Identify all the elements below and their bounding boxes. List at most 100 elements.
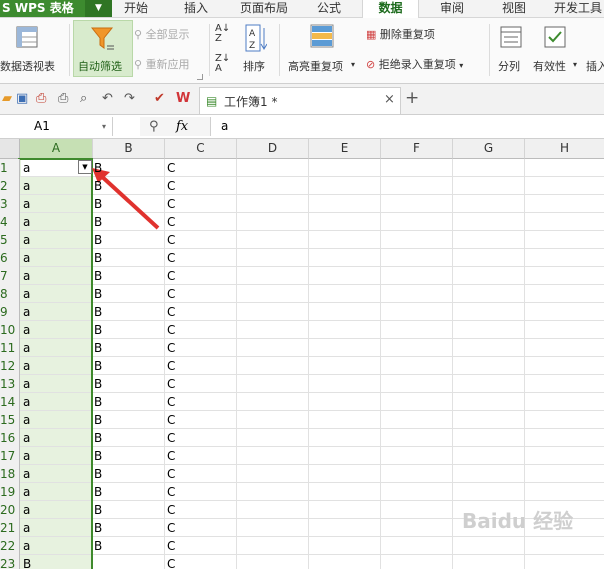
column-header-d[interactable]: D xyxy=(237,139,309,159)
formula-input[interactable]: a xyxy=(221,117,228,136)
cell-c[interactable]: C xyxy=(167,519,175,537)
row-header[interactable]: 19 xyxy=(0,483,20,501)
row-header[interactable]: 1 xyxy=(0,159,20,177)
cell-b[interactable]: B xyxy=(94,429,102,447)
validity-button[interactable]: 有效性 ▾ xyxy=(530,22,582,76)
open-folder-icon[interactable]: ▰ xyxy=(2,92,12,106)
cell-a[interactable]: a xyxy=(23,267,30,285)
cell-b[interactable]: B xyxy=(94,303,102,321)
row-header[interactable]: 8 xyxy=(0,285,20,303)
cell-a[interactable]: a xyxy=(23,213,30,231)
cell-a[interactable]: B xyxy=(23,555,31,569)
cell-b[interactable]: B xyxy=(94,213,102,231)
select-all-corner[interactable] xyxy=(0,139,20,159)
row-header[interactable]: 22 xyxy=(0,537,20,555)
row-header[interactable]: 20 xyxy=(0,501,20,519)
row-header[interactable]: 9 xyxy=(0,303,20,321)
cell-b[interactable]: B xyxy=(94,177,102,195)
column-header-g[interactable]: G xyxy=(453,139,525,159)
cell-a[interactable]: a xyxy=(23,411,30,429)
autofilter-button[interactable]: 自动筛选 xyxy=(73,20,133,77)
cell-c[interactable]: C xyxy=(167,321,175,339)
tab-view[interactable]: 视图 xyxy=(490,0,538,17)
tab-formulas[interactable]: 公式 xyxy=(305,0,353,17)
row-header[interactable]: 3 xyxy=(0,195,20,213)
row-header[interactable]: 23 xyxy=(0,555,20,569)
close-tab-icon[interactable]: × xyxy=(384,92,395,107)
row-header[interactable]: 10 xyxy=(0,321,20,339)
column-header-e[interactable]: E xyxy=(309,139,381,159)
pivot-table-button[interactable]: 数据透视表 xyxy=(0,20,66,76)
sort-button[interactable]: A Z 排序 xyxy=(243,22,273,76)
row-header[interactable]: 5 xyxy=(0,231,20,249)
row-header[interactable]: 4 xyxy=(0,213,20,231)
name-box[interactable]: A1 ▾ xyxy=(0,117,113,136)
row-header[interactable]: 15 xyxy=(0,411,20,429)
cell-c[interactable]: C xyxy=(167,555,175,569)
tab-insert[interactable]: 插入 xyxy=(172,0,220,17)
customize-toolbar-icon[interactable]: ✔ xyxy=(154,92,165,106)
reject-duplicates-button[interactable]: ⊘ 拒绝录入重复项 ▾ xyxy=(366,56,463,72)
cell-c[interactable]: C xyxy=(167,447,175,465)
row-header[interactable]: 14 xyxy=(0,393,20,411)
zoom-search-icon[interactable]: ⚲ xyxy=(149,117,159,136)
tab-review[interactable]: 审阅 xyxy=(428,0,476,17)
cell-a[interactable]: a xyxy=(23,285,30,303)
cell-b[interactable]: B xyxy=(94,483,102,501)
cell-b[interactable]: B xyxy=(94,321,102,339)
reject-duplicates-dropdown-icon[interactable]: ▾ xyxy=(459,61,463,70)
cell-a[interactable]: a xyxy=(23,375,30,393)
redo-icon[interactable]: ↷ xyxy=(124,92,135,106)
tab-page-layout[interactable]: 页面布局 xyxy=(232,0,296,17)
cell-a[interactable]: a xyxy=(23,357,30,375)
split-columns-button[interactable]: 分列 xyxy=(494,22,528,76)
row-header[interactable]: 17 xyxy=(0,447,20,465)
cell-c[interactable]: C xyxy=(167,375,175,393)
cell-a[interactable]: a xyxy=(23,177,30,195)
tab-developer[interactable]: 开发工具 xyxy=(550,0,604,17)
delete-duplicates-button[interactable]: ▦ 删除重复项 xyxy=(366,26,435,42)
cell-b[interactable]: B xyxy=(94,411,102,429)
print-preview-icon[interactable]: ⌕ xyxy=(80,92,87,106)
cell-a[interactable]: a xyxy=(23,483,30,501)
dialog-launcher-icon[interactable] xyxy=(197,74,203,80)
cell-b[interactable]: B xyxy=(94,231,102,249)
tab-home[interactable]: 开始 xyxy=(112,0,160,17)
cell-a[interactable]: a xyxy=(23,447,30,465)
cell-c[interactable]: C xyxy=(167,339,175,357)
new-tab-icon[interactable]: + xyxy=(405,88,419,108)
cell-c[interactable]: C xyxy=(167,231,175,249)
cell-c[interactable]: C xyxy=(167,285,175,303)
column-header-a[interactable]: A xyxy=(20,139,93,159)
cell-b[interactable]: B xyxy=(94,195,102,213)
show-all-button[interactable]: ⚲ 全部显示 xyxy=(134,26,190,42)
cell-a[interactable]: a xyxy=(23,519,30,537)
app-menu-dropdown-icon[interactable]: ▼ xyxy=(85,0,112,17)
reapply-button[interactable]: ⚲ 重新应用 xyxy=(134,56,190,72)
cell-c[interactable]: C xyxy=(167,537,175,555)
sort-descending-button[interactable]: Z↓ A xyxy=(215,54,237,74)
cell-c[interactable]: C xyxy=(167,159,175,177)
cell-c[interactable]: C xyxy=(167,267,175,285)
row-header[interactable]: 21 xyxy=(0,519,20,537)
column-header-h[interactable]: H xyxy=(525,139,604,159)
cell-a[interactable]: a xyxy=(23,231,30,249)
cell-b[interactable]: B xyxy=(94,357,102,375)
cell-b[interactable]: B xyxy=(94,519,102,537)
cell-c[interactable]: C xyxy=(167,411,175,429)
cell-a[interactable]: a xyxy=(23,429,30,447)
cell-c[interactable]: C xyxy=(167,195,175,213)
cell-c[interactable]: C xyxy=(167,177,175,195)
name-box-dropdown-icon[interactable]: ▾ xyxy=(102,117,106,136)
cell-b[interactable]: B xyxy=(94,285,102,303)
row-header[interactable]: 13 xyxy=(0,375,20,393)
column-header-c[interactable]: C xyxy=(165,139,237,159)
cell-c[interactable]: C xyxy=(167,429,175,447)
highlight-duplicates-button[interactable]: 高亮重复项 ▾ xyxy=(286,22,358,76)
cell-a[interactable]: a xyxy=(23,303,30,321)
row-header[interactable]: 12 xyxy=(0,357,20,375)
cell-a[interactable]: a xyxy=(23,249,30,267)
cell-b[interactable]: B xyxy=(94,465,102,483)
cell-c[interactable]: C xyxy=(167,303,175,321)
row-header[interactable]: 11 xyxy=(0,339,20,357)
